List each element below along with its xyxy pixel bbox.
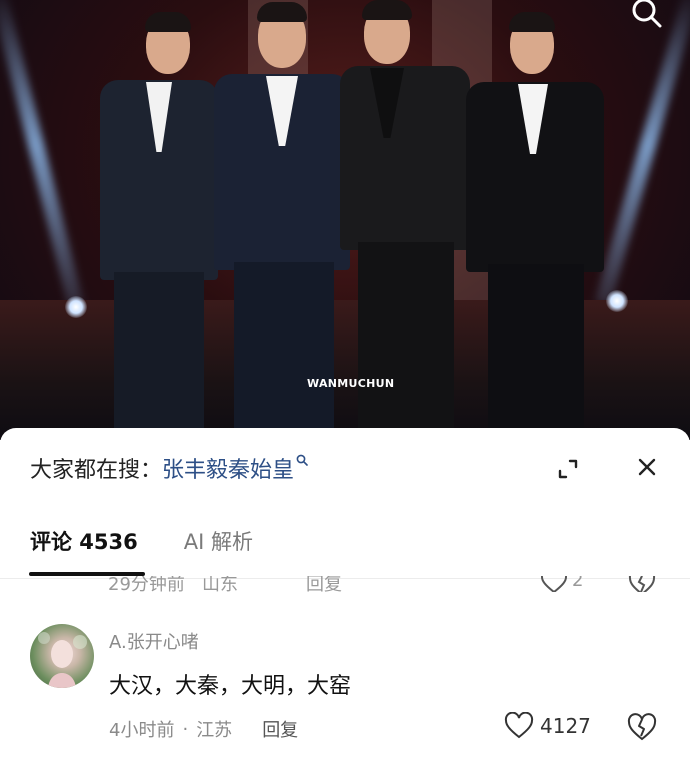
heart-icon[interactable] bbox=[540, 576, 568, 592]
tab-comments[interactable]: 评论 4536 bbox=[30, 526, 138, 556]
previous-comment-likes: 2 bbox=[572, 576, 584, 591]
comment-username[interactable]: A.张开心啫 bbox=[109, 628, 199, 654]
broken-heart-icon[interactable] bbox=[628, 576, 656, 592]
comment-meta: 4小时前 · 江苏 回复 bbox=[109, 716, 298, 742]
search-icon[interactable] bbox=[627, 0, 667, 30]
stage-photo: WANMUCHUN bbox=[0, 0, 690, 440]
comment-tabs: 评论 4536 AI 解析 bbox=[30, 526, 253, 556]
stage-light-beam bbox=[0, 0, 84, 308]
like-count: 4127 bbox=[540, 714, 591, 738]
close-icon[interactable] bbox=[636, 456, 658, 478]
stage-floor bbox=[0, 300, 690, 440]
expand-icon[interactable] bbox=[557, 458, 579, 480]
avatar[interactable] bbox=[30, 624, 94, 688]
stage-light-beam bbox=[594, 0, 690, 306]
watermark: WANMUCHUN bbox=[307, 377, 395, 390]
comment-text: 大汉，大秦，大明，大窑 bbox=[109, 674, 352, 699]
heart-icon bbox=[504, 712, 534, 739]
trending-search-query[interactable]: 张丰毅秦始皇 bbox=[162, 452, 294, 484]
trending-search-prefix: 大家都在搜： bbox=[30, 458, 163, 483]
previous-comment-location: 山东 bbox=[202, 576, 238, 592]
stage-spotlight bbox=[606, 290, 628, 312]
like-button[interactable]: 4127 bbox=[504, 712, 591, 740]
trending-search-bar[interactable]: 大家都在搜： 张丰毅秦始皇 bbox=[30, 452, 308, 484]
previous-comment-time: 29分钟前 bbox=[108, 576, 185, 592]
previous-comment-reply[interactable]: 回复 bbox=[306, 576, 342, 592]
stage-spotlight bbox=[65, 296, 87, 318]
previous-comment-meta: 29分钟前 山东 回复 2 bbox=[108, 576, 668, 592]
meta-separator: · bbox=[182, 718, 189, 740]
comment-location: 江苏 bbox=[196, 720, 233, 741]
broken-heart-icon[interactable] bbox=[627, 712, 657, 742]
reply-button[interactable]: 回复 bbox=[262, 716, 298, 742]
comments-sheet: 大家都在搜： 张丰毅秦始皇 评论 4536 AI 解析 29分钟前 山东 回复 … bbox=[0, 428, 690, 762]
tab-ai-analysis[interactable]: AI 解析 bbox=[184, 526, 253, 556]
comment-time: 4小时前 bbox=[109, 720, 175, 741]
search-icon bbox=[296, 454, 308, 470]
